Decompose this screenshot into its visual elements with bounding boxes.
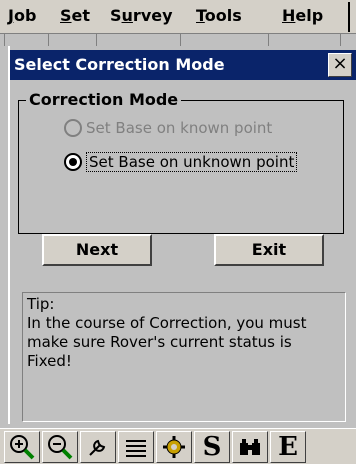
binoculars-icon (240, 439, 260, 455)
toolbar-strip (0, 34, 356, 46)
dialog-title: Select Correction Mode (14, 55, 225, 74)
dialog-titlebar: Select Correction Mode × (10, 50, 356, 80)
radio-unknown-point[interactable] (64, 153, 82, 171)
settings-button[interactable] (156, 431, 192, 463)
menu-separator (348, 2, 350, 32)
list-icon (126, 440, 146, 457)
strip-notch (340, 34, 341, 46)
menu-help[interactable]: Help (282, 6, 323, 25)
option-known-point[interactable]: Set Base on known point (64, 116, 272, 140)
s-button[interactable]: S (194, 431, 230, 463)
strip-notch (268, 34, 269, 46)
list-button[interactable] (118, 431, 154, 463)
strip-notch (96, 34, 97, 46)
e-button[interactable]: E (270, 431, 306, 463)
menu-survey[interactable]: Survey (110, 6, 173, 25)
tip-box: Tip: In the course of Correction, you mu… (22, 292, 346, 422)
menu-tools[interactable]: Tools (196, 6, 242, 25)
wrench-button[interactable] (80, 431, 116, 463)
tip-text: In the course of Correction, you must ma… (27, 314, 307, 370)
zoom-out-icon (48, 435, 73, 460)
tip-title: Tip: (27, 295, 55, 313)
zoom-in-icon (10, 435, 35, 460)
option-unknown-point-label: Set Base on unknown point (86, 152, 298, 172)
zoom-out-button[interactable] (42, 431, 78, 463)
next-button[interactable]: Next (42, 234, 152, 266)
correction-mode-dialog: Select Correction Mode × Correction Mode… (8, 46, 356, 424)
e-icon: E (278, 432, 298, 462)
s-icon: S (202, 432, 222, 462)
exit-button[interactable]: Exit (214, 234, 324, 266)
option-known-point-label: Set Base on known point (86, 119, 273, 137)
close-button[interactable]: × (328, 53, 352, 77)
menu-bar: Job Set Survey Tools Help (0, 0, 356, 34)
wrench-icon (89, 439, 106, 456)
bottom-toolbar: S E (0, 428, 356, 464)
zoom-in-button[interactable] (4, 431, 40, 463)
gear-icon (163, 436, 185, 458)
menu-set[interactable]: Set (60, 6, 90, 25)
strip-notch (4, 34, 5, 46)
radio-selected-dot (69, 158, 77, 166)
strip-notch (180, 34, 181, 46)
binoculars-button[interactable] (232, 431, 268, 463)
menu-job[interactable]: Job (8, 6, 36, 25)
group-label: Correction Mode (26, 90, 182, 109)
radio-known-point[interactable] (64, 119, 82, 137)
option-unknown-point[interactable]: Set Base on unknown point (64, 150, 298, 174)
strip-notch (48, 34, 49, 46)
